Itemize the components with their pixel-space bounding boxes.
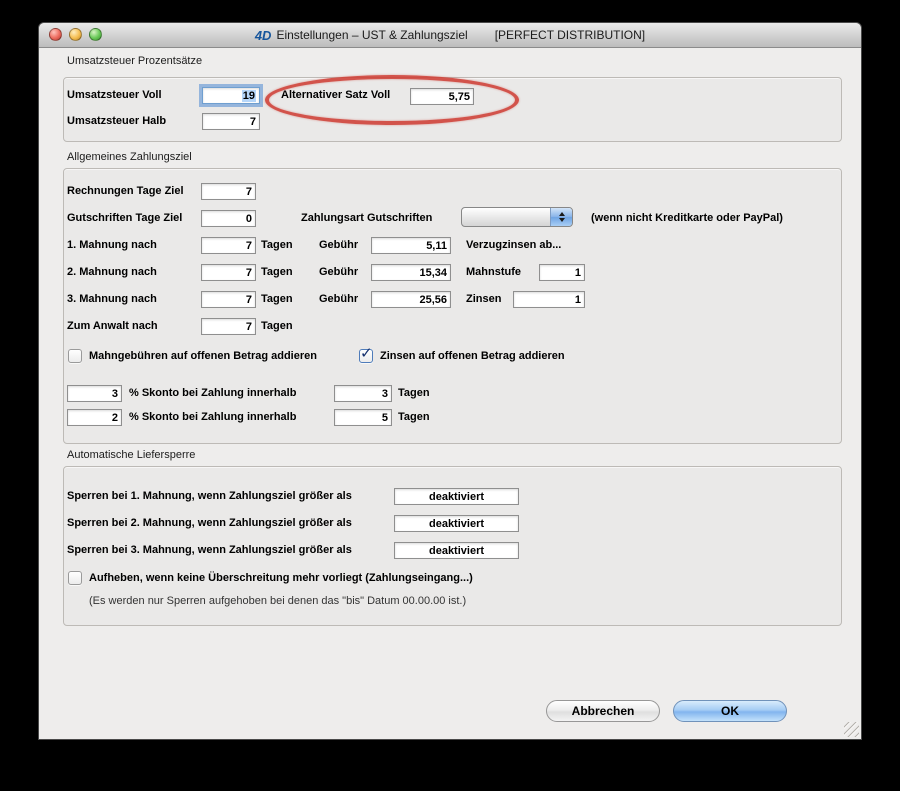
reminder1-days-unit: Tagen bbox=[261, 239, 293, 251]
window-title-text: Einstellungen – UST & Zahlungsziel bbox=[276, 28, 468, 42]
reminder1-label: 1. Mahnung nach bbox=[67, 239, 157, 251]
reminder3-days-field[interactable]: 7 bbox=[201, 291, 256, 308]
add-fees-checkbox[interactable] bbox=[68, 349, 82, 363]
release-block-checkbox-label: Aufheben, wenn keine Überschreitung mehr… bbox=[89, 572, 473, 584]
interest-label: Zinsen bbox=[466, 293, 502, 305]
group-title-payment: Allgemeines Zahlungsziel bbox=[67, 151, 192, 163]
window-title-suffix: [PERFECT DISTRIBUTION] bbox=[494, 28, 646, 42]
popup-arrows-icon bbox=[550, 208, 572, 226]
reminder2-days-unit: Tagen bbox=[261, 266, 293, 278]
highlight-annotation-ellipse bbox=[265, 75, 519, 125]
reminder1-days-field[interactable]: 7 bbox=[201, 237, 256, 254]
release-block-checkbox[interactable] bbox=[68, 571, 82, 585]
window-title: 4D Einstellungen – UST & Zahlungsziel [P… bbox=[39, 23, 861, 47]
vat-half-label: Umsatzsteuer Halb bbox=[67, 115, 167, 127]
block3-field[interactable]: deaktiviert bbox=[394, 542, 519, 559]
reminder1-fee-label: Gebühr bbox=[319, 239, 359, 251]
group-title-vat: Umsatzsteuer Prozentsätze bbox=[67, 55, 203, 67]
credit-type-popup[interactable] bbox=[461, 207, 573, 227]
resize-grip[interactable] bbox=[844, 722, 859, 737]
add-interest-checkbox[interactable]: ✓ bbox=[359, 345, 373, 363]
reminder-level-label: Mahnstufe bbox=[466, 266, 521, 278]
settings-window: 4D Einstellungen – UST & Zahlungsziel [P… bbox=[38, 22, 862, 740]
interest-field[interactable]: 1 bbox=[513, 291, 585, 308]
block3-label: Sperren bei 3. Mahnung, wenn Zahlungszie… bbox=[67, 544, 352, 556]
checkmark-icon: ✓ bbox=[360, 345, 373, 362]
lawyer-days-field[interactable]: 7 bbox=[201, 318, 256, 335]
reminder-level-field[interactable]: 1 bbox=[539, 264, 585, 281]
credit-type-note: (wenn nicht Kreditkarte oder PayPal) bbox=[591, 212, 783, 224]
skonto2-percent-field[interactable]: 2 bbox=[67, 409, 122, 426]
reminder3-fee-field[interactable]: 25,56 bbox=[371, 291, 451, 308]
reminder3-fee-label: Gebühr bbox=[319, 293, 359, 305]
block2-label: Sperren bei 2. Mahnung, wenn Zahlungszie… bbox=[67, 517, 352, 529]
skonto1-days-field[interactable]: 3 bbox=[334, 385, 392, 402]
4d-logo-icon: 4D bbox=[254, 27, 272, 43]
lawyer-label: Zum Anwalt nach bbox=[67, 320, 158, 332]
skonto2-label: % Skonto bei Zahlung innerhalb bbox=[129, 411, 297, 423]
block1-label: Sperren bei 1. Mahnung, wenn Zahlungszie… bbox=[67, 490, 352, 502]
screenshot-background: { "window": { "logo": "4D", "title": "Ei… bbox=[0, 0, 900, 791]
reminder3-days-unit: Tagen bbox=[261, 293, 293, 305]
add-fees-checkbox-label: Mahngebühren auf offenen Betrag addieren bbox=[89, 350, 317, 362]
reminder2-label: 2. Mahnung nach bbox=[67, 266, 157, 278]
vat-half-field[interactable]: 7 bbox=[202, 113, 260, 130]
skonto1-days-unit: Tagen bbox=[398, 387, 430, 399]
block2-field[interactable]: deaktiviert bbox=[394, 515, 519, 532]
vat-full-field[interactable]: 19 bbox=[202, 87, 260, 104]
vat-full-value: 19 bbox=[241, 89, 256, 102]
add-interest-checkbox-label: Zinsen auf offenen Betrag addieren bbox=[380, 350, 565, 362]
skonto2-days-field[interactable]: 5 bbox=[334, 409, 392, 426]
reminder2-fee-label: Gebühr bbox=[319, 266, 359, 278]
credit-days-field[interactable]: 0 bbox=[201, 210, 256, 227]
lawyer-days-unit: Tagen bbox=[261, 320, 293, 332]
skonto1-label: % Skonto bei Zahlung innerhalb bbox=[129, 387, 297, 399]
credit-days-label: Gutschriften Tage Ziel bbox=[67, 212, 183, 224]
overdue-interest-label: Verzugzinsen ab... bbox=[466, 239, 562, 251]
reminder1-fee-field[interactable]: 5,11 bbox=[371, 237, 451, 254]
group-title-block: Automatische Liefersperre bbox=[67, 449, 196, 461]
groupbox-payment bbox=[63, 168, 842, 444]
skonto1-percent-field[interactable]: 3 bbox=[67, 385, 122, 402]
invoice-days-field[interactable]: 7 bbox=[201, 183, 256, 200]
credit-type-label: Zahlungsart Gutschriften bbox=[301, 212, 433, 224]
reminder3-label: 3. Mahnung nach bbox=[67, 293, 157, 305]
reminder2-fee-field[interactable]: 15,34 bbox=[371, 264, 451, 281]
reminder2-days-field[interactable]: 7 bbox=[201, 264, 256, 281]
vat-full-label: Umsatzsteuer Voll bbox=[67, 89, 162, 101]
invoice-days-label: Rechnungen Tage Ziel bbox=[67, 185, 184, 197]
block1-field[interactable]: deaktiviert bbox=[394, 488, 519, 505]
window-titlebar[interactable]: 4D Einstellungen – UST & Zahlungsziel [P… bbox=[39, 23, 861, 48]
ok-button[interactable]: OK bbox=[673, 700, 787, 722]
skonto2-days-unit: Tagen bbox=[398, 411, 430, 423]
cancel-button[interactable]: Abbrechen bbox=[546, 700, 660, 722]
release-block-note: (Es werden nur Sperren aufgehoben bei de… bbox=[89, 595, 467, 607]
